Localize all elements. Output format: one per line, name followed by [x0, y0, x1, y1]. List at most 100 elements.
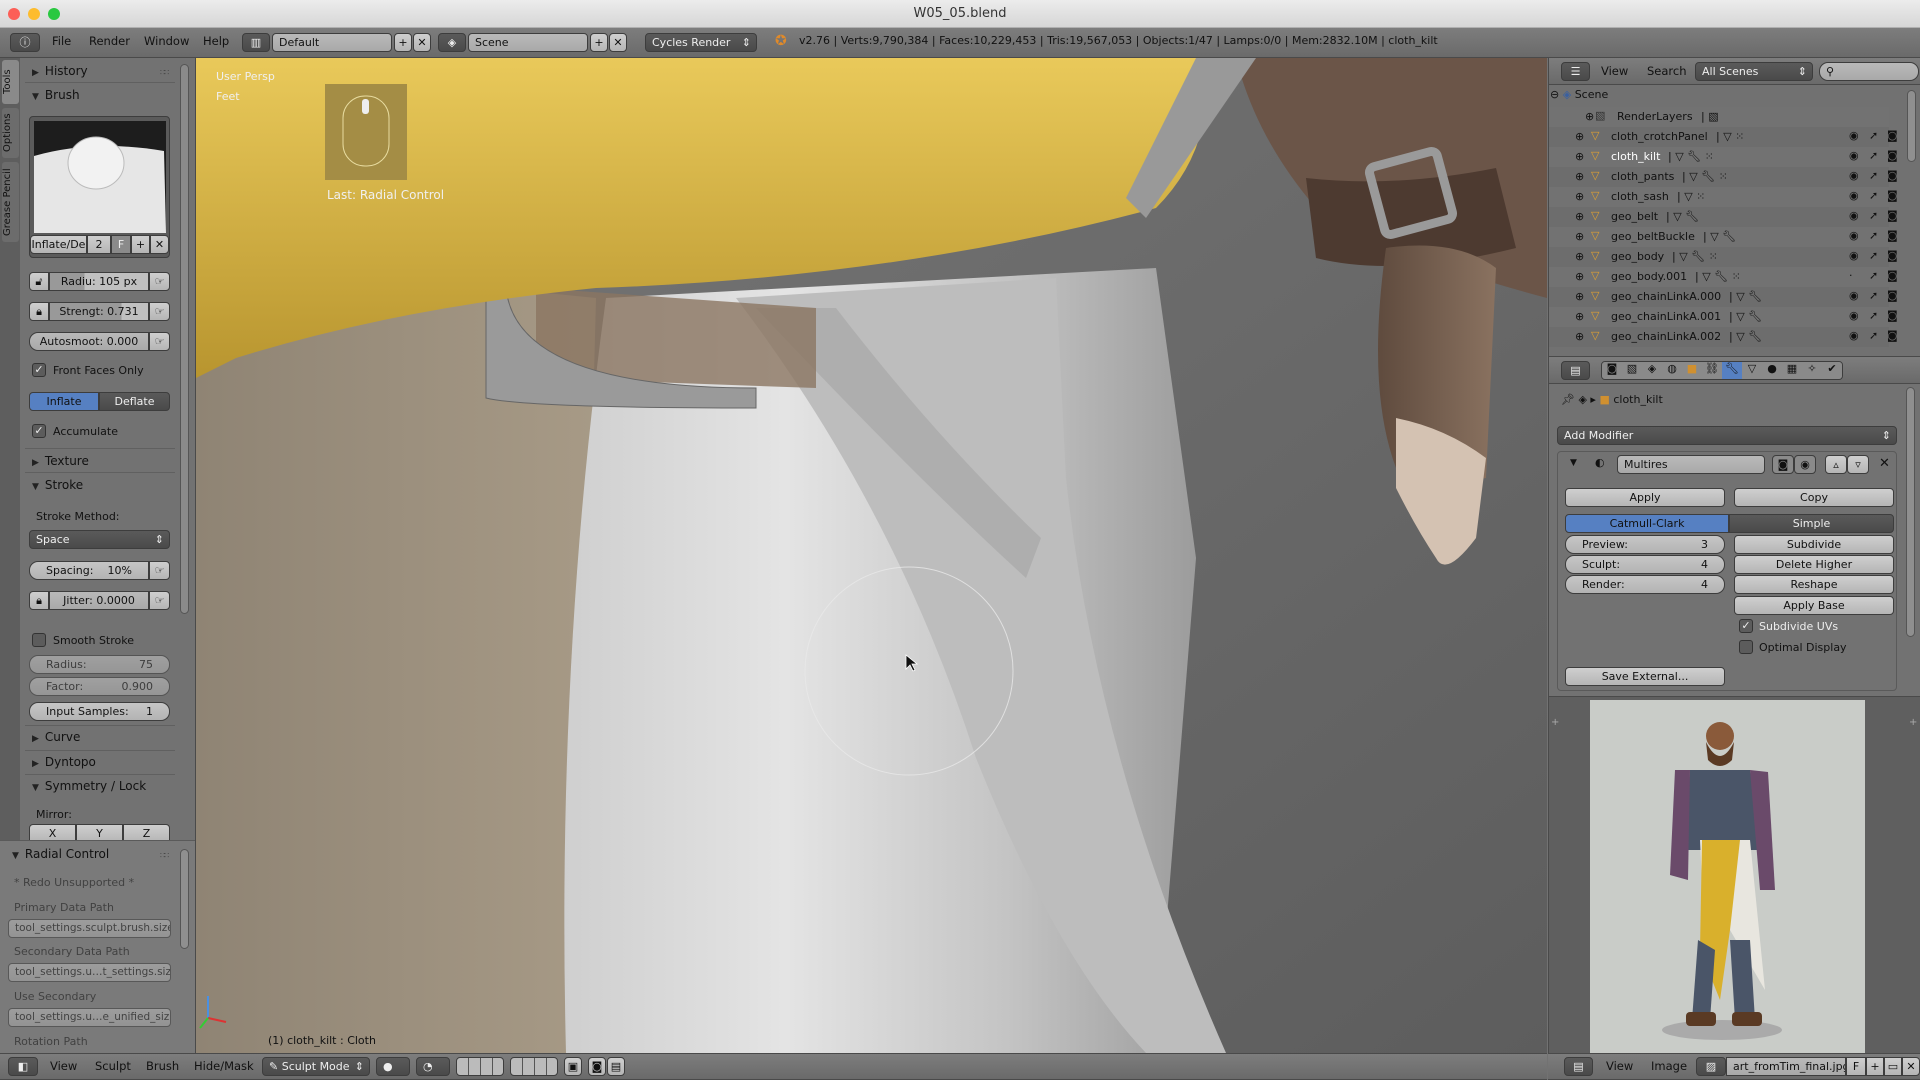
- selectable-cursor-icon[interactable]: ➚: [1869, 329, 1878, 342]
- add-scene-icon[interactable]: +: [590, 33, 608, 52]
- delete-layout-icon[interactable]: ✕: [413, 33, 431, 52]
- new-image-icon[interactable]: +: [1866, 1057, 1884, 1076]
- simple-button[interactable]: Simple: [1729, 514, 1894, 533]
- visibility-eye-icon[interactable]: ◉: [1849, 329, 1859, 342]
- outliner-row[interactable]: ⊕ ▽ geo_body | ▽ 🔧︎ ⁙ ◉ ➚ ◙: [1549, 247, 1898, 267]
- pressure-icon[interactable]: ☞: [149, 272, 170, 291]
- input-samples-field[interactable]: Input Samples: 1: [29, 702, 170, 721]
- smooth-stroke-radius-field[interactable]: Radius: 75: [29, 655, 170, 674]
- panel-stroke-header[interactable]: ▼ Stroke: [32, 478, 83, 492]
- tab-render-layers-icon[interactable]: ▧: [1622, 362, 1642, 379]
- panel-dyntopo-header[interactable]: ▶ Dyntopo: [32, 755, 96, 769]
- apply-base-button[interactable]: Apply Base: [1734, 596, 1894, 615]
- object-name[interactable]: geo_chainLinkA.002: [1611, 330, 1721, 343]
- deflate-button[interactable]: Deflate: [99, 392, 170, 411]
- menu-view[interactable]: View: [1606, 1059, 1633, 1073]
- renderable-camera-icon[interactable]: ◙: [1887, 129, 1898, 142]
- fake-user-button[interactable]: F: [1846, 1057, 1866, 1076]
- selectable-cursor-icon[interactable]: ➚: [1869, 149, 1878, 162]
- move-down-icon[interactable]: ▿: [1847, 455, 1869, 474]
- spacing-field[interactable]: Spacing: 10%: [29, 561, 149, 580]
- renderable-camera-icon[interactable]: ◙: [1887, 249, 1898, 262]
- expand-icon[interactable]: ⊕: [1575, 130, 1584, 143]
- tab-options[interactable]: Options: [2, 108, 19, 158]
- stroke-method-dropdown[interactable]: Space ⇕: [29, 530, 170, 549]
- tab-texture-icon[interactable]: ▦: [1782, 362, 1802, 379]
- autosmooth-field[interactable]: Autosmoot: 0.000: [29, 332, 149, 351]
- editor-type-image-icon[interactable]: ▤: [1564, 1057, 1593, 1076]
- mode-dropdown[interactable]: ✎ Sculpt Mode ⇕: [262, 1057, 370, 1076]
- copy-button[interactable]: Copy: [1734, 488, 1894, 507]
- expand-icon[interactable]: ⊕: [1575, 210, 1584, 223]
- editor-type-properties-icon[interactable]: ▤: [1561, 361, 1590, 380]
- jitter-field[interactable]: Jitter: 0.0000: [49, 591, 149, 610]
- image-browse-icon[interactable]: ▨: [1696, 1057, 1726, 1076]
- visibility-eye-icon[interactable]: ◉: [1849, 229, 1859, 242]
- visibility-eye-icon[interactable]: ◉: [1849, 129, 1859, 142]
- viewport-toggle-eye-icon[interactable]: ◉: [1794, 455, 1816, 474]
- outliner-row[interactable]: ⊕ ▽ geo_beltBuckle | ▽ 🔧︎ ◉ ➚ ◙: [1549, 227, 1898, 247]
- object-name[interactable]: geo_chainLinkA.000: [1611, 290, 1721, 303]
- editor-type-info-icon[interactable]: ⓘ: [10, 33, 40, 52]
- selectable-cursor-icon[interactable]: ➚: [1869, 229, 1878, 242]
- visibility-eye-icon[interactable]: ◉: [1849, 209, 1859, 222]
- expand-icon[interactable]: ⊕: [1575, 190, 1584, 203]
- menu-view[interactable]: View: [50, 1059, 77, 1073]
- renderable-camera-icon[interactable]: ◙: [1887, 149, 1898, 162]
- brush-name-field[interactable]: Inflate/De: [30, 235, 87, 254]
- brush-radius-field[interactable]: Radiu: 105 px: [49, 272, 149, 291]
- new-brush-icon[interactable]: +: [131, 235, 150, 254]
- object-name[interactable]: geo_belt: [1611, 210, 1658, 223]
- render-engine-dropdown[interactable]: Cycles Render ⇕: [645, 33, 757, 52]
- strength-lock-icon[interactable]: 🔒︎: [29, 302, 49, 321]
- fake-user-button[interactable]: F: [111, 235, 131, 254]
- selectable-cursor-icon[interactable]: ➚: [1869, 189, 1878, 202]
- object-name[interactable]: geo_beltBuckle: [1611, 230, 1695, 243]
- menu-help[interactable]: Help: [203, 34, 229, 48]
- menu-window[interactable]: Window: [144, 34, 189, 48]
- outliner-row[interactable]: ⊕ ▽ geo_chainLinkA.000 | ▽ 🔧︎ ◉ ➚ ◙: [1549, 287, 1898, 307]
- visibility-eye-icon[interactable]: ◉: [1849, 249, 1859, 262]
- properties-scrollbar[interactable]: [1906, 387, 1915, 637]
- open-image-folder-icon[interactable]: ▭: [1884, 1057, 1902, 1076]
- expand-icon[interactable]: ⊕: [1575, 150, 1584, 163]
- tab-world-icon[interactable]: ◍: [1662, 362, 1682, 379]
- front-faces-only-checkbox[interactable]: ✓: [32, 363, 46, 377]
- collapse-triangle-icon[interactable]: ▼: [1570, 458, 1577, 468]
- scene-icon[interactable]: ◈: [438, 33, 466, 52]
- tab-object-icon[interactable]: ■: [1682, 362, 1702, 379]
- outliner-row[interactable]: ⊕ ▽ cloth_sash | ▽ ⁙ ◉ ➚ ◙: [1549, 187, 1898, 207]
- expand-icon[interactable]: ⊕: [1575, 330, 1584, 343]
- jitter-lock-icon[interactable]: 🔒︎: [29, 591, 49, 610]
- 3d-viewport[interactable]: User Persp Feet Last: Radial Control (1)…: [196, 58, 1547, 1053]
- tab-material-icon[interactable]: ●: [1762, 362, 1782, 379]
- renderable-camera-icon[interactable]: ◙: [1887, 329, 1898, 342]
- smooth-stroke-factor-field[interactable]: Factor: 0.900: [29, 677, 170, 696]
- renderable-camera-icon[interactable]: ◙: [1887, 289, 1898, 302]
- optimal-display-checkbox[interactable]: [1739, 640, 1753, 654]
- panel-texture-header[interactable]: ▶ Texture: [32, 454, 89, 468]
- delete-scene-icon[interactable]: ✕: [609, 33, 627, 52]
- tab-render-icon[interactable]: ◙: [1602, 362, 1622, 379]
- move-up-icon[interactable]: ▵: [1825, 455, 1847, 474]
- menu-view[interactable]: View: [1601, 64, 1628, 78]
- outliner-row[interactable]: ⊕ ▧ RenderLayers | ▧: [1549, 107, 1889, 127]
- object-name[interactable]: cloth_crotchPanel: [1611, 130, 1708, 143]
- render-animation-icon[interactable]: ▤: [607, 1057, 625, 1076]
- use-secondary-field[interactable]: tool_settings.u…e_unified_size: [8, 1008, 171, 1027]
- primary-data-path-field[interactable]: tool_settings.sculpt.brush.size: [8, 919, 171, 938]
- region-expand-icon[interactable]: +: [1909, 717, 1917, 728]
- screen-layout-icon[interactable]: ▥: [242, 33, 270, 52]
- visibility-hidden-icon[interactable]: ·: [1849, 269, 1853, 282]
- drag-grip-icon[interactable]: ∷∷: [160, 851, 169, 860]
- viewport-shading-dropdown[interactable]: ●: [376, 1057, 410, 1076]
- apply-button[interactable]: Apply: [1565, 488, 1725, 507]
- catmull-clark-button[interactable]: Catmull-Clark: [1565, 514, 1729, 533]
- tab-particles-icon[interactable]: ✧: [1802, 362, 1822, 379]
- image-name-field[interactable]: art_fromTim_final.jpg: [1726, 1057, 1846, 1076]
- expand-icon[interactable]: ⊕: [1575, 290, 1584, 303]
- renderable-camera-icon[interactable]: ◙: [1887, 269, 1898, 282]
- expand-icon[interactable]: ⊕: [1575, 230, 1584, 243]
- unlink-image-icon[interactable]: ✕: [1902, 1057, 1920, 1076]
- object-name[interactable]: geo_body.001: [1611, 270, 1687, 283]
